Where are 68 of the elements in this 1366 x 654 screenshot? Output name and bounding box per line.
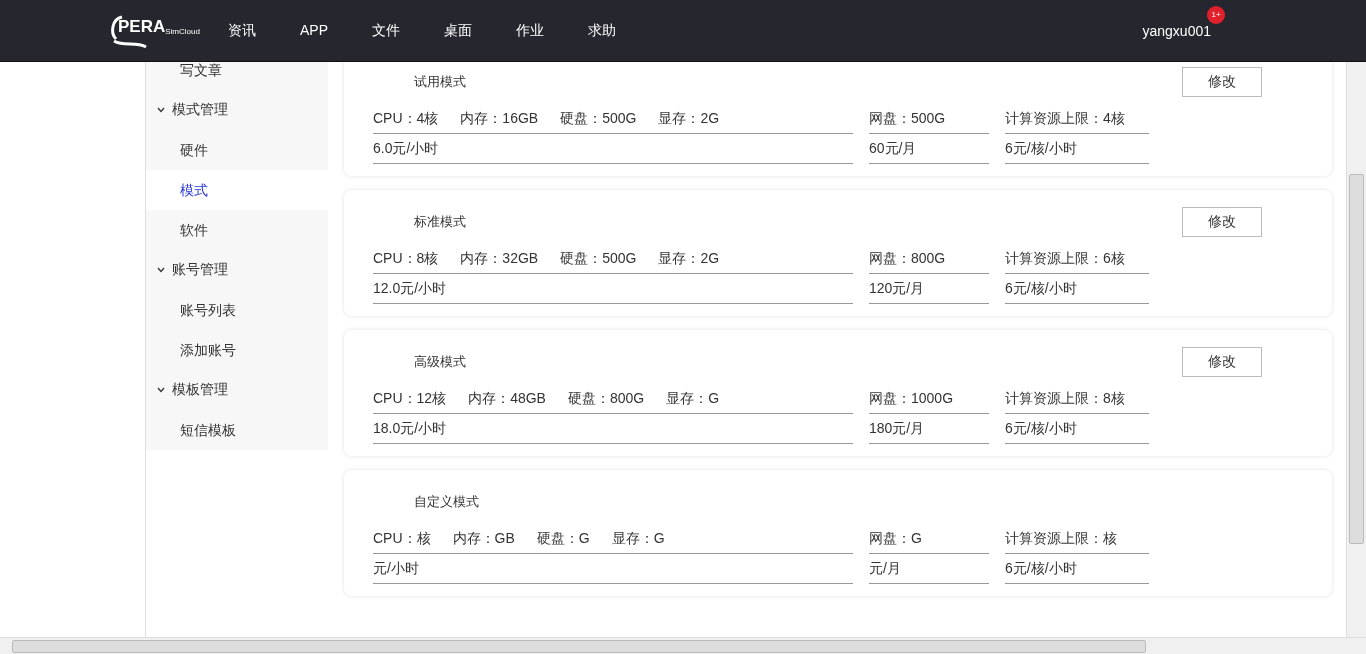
sidebar-item[interactable]: 添加账号: [146, 330, 328, 370]
nav-link[interactable]: 桌面: [444, 21, 516, 40]
spec-text: 显存：2G: [658, 109, 720, 128]
sidebar-item[interactable]: 软件: [146, 210, 328, 250]
nav-link[interactable]: 文件: [372, 21, 444, 40]
sidebar-group[interactable]: 模板管理: [146, 370, 328, 410]
mode-title: 高级模式: [414, 353, 466, 371]
spec-text: CPU：12核: [373, 389, 447, 408]
disk-price-field: 60元/月: [869, 134, 989, 164]
limit-price-field: 6元/核/小时: [1005, 274, 1149, 304]
price-field: 18.0元/小时: [373, 414, 853, 444]
nav-link[interactable]: 资讯: [228, 21, 300, 40]
logo-subtext: SimCloud: [165, 26, 200, 36]
limit-field: 计算资源上限：6核: [1005, 244, 1149, 274]
nav-link[interactable]: APP: [300, 21, 372, 40]
sidebar-item[interactable]: 短信模板: [146, 410, 328, 450]
spec-text: 内存：16GB: [460, 109, 539, 128]
edit-button[interactable]: 修改: [1182, 207, 1262, 237]
limit-field: 计算资源上限：4核: [1005, 104, 1149, 134]
spec-text: 硬盘：800G: [567, 389, 645, 408]
limit-price-field: 6元/核/小时: [1005, 414, 1149, 444]
spec-text: 硬盘：500G: [560, 249, 637, 268]
caret-icon: [157, 267, 165, 273]
disk-price-field: 120元/月: [869, 274, 989, 304]
spec-text: 硬盘：500G: [560, 109, 637, 128]
vertical-scrollbar[interactable]: [1346, 62, 1366, 637]
sidebar-item[interactable]: 硬件: [146, 130, 328, 170]
disk-price-field: 元/月: [869, 554, 989, 584]
sidebar-item[interactable]: 写文章: [146, 62, 328, 90]
limit-field: 计算资源上限：核: [1005, 524, 1149, 554]
sidebar-group[interactable]: 模式管理: [146, 90, 328, 130]
spec-text: 显存：G: [611, 529, 665, 548]
disk-price-field: 180元/月: [869, 414, 989, 444]
mode-title: 标准模式: [414, 213, 466, 231]
notification-badge: 1+: [1207, 5, 1225, 24]
sidebar-group[interactable]: 账号管理: [146, 250, 328, 290]
spec-text: CPU：8核: [373, 249, 439, 268]
sidebar-item[interactable]: 账号列表: [146, 290, 328, 330]
spec-text: CPU：4核: [373, 109, 439, 128]
spec-text: 硬盘：G: [536, 529, 590, 548]
horizontal-scrollbar[interactable]: [0, 637, 1366, 654]
limit-field: 计算资源上限：8核: [1005, 384, 1149, 414]
spec-text: CPU：核: [373, 529, 431, 548]
spec-text: 内存：GB: [452, 529, 515, 548]
mode-title: 试用模式: [414, 73, 466, 91]
username[interactable]: yangxu001: [1142, 22, 1211, 39]
disk-field: 网盘：800G: [869, 244, 989, 274]
price-field: 6.0元/小时: [373, 134, 853, 164]
spec-text: 内存：32GB: [460, 249, 539, 268]
logo-text: PERA: [118, 16, 166, 37]
edit-button[interactable]: 修改: [1182, 67, 1262, 97]
disk-field: 网盘：G: [869, 524, 989, 554]
caret-icon: [157, 107, 165, 113]
caret-icon: [157, 387, 165, 393]
sidebar-item[interactable]: 模式: [146, 170, 328, 210]
mode-title: 自定义模式: [414, 493, 479, 511]
edit-button[interactable]: 修改: [1182, 347, 1262, 377]
limit-price-field: 6元/核/小时: [1005, 134, 1149, 164]
price-field: 元/小时: [373, 554, 853, 584]
nav-link[interactable]: 求助: [588, 21, 660, 40]
disk-field: 网盘：1000G: [869, 384, 989, 414]
spec-text: 显存：2G: [658, 249, 720, 268]
spec-text: 显存：G: [666, 389, 720, 408]
spec-text: 内存：48GB: [468, 389, 546, 408]
nav-link[interactable]: 作业: [516, 21, 588, 40]
disk-field: 网盘：500G: [869, 104, 989, 134]
price-field: 12.0元/小时: [373, 274, 853, 304]
limit-price-field: 6元/核/小时: [1005, 554, 1149, 584]
